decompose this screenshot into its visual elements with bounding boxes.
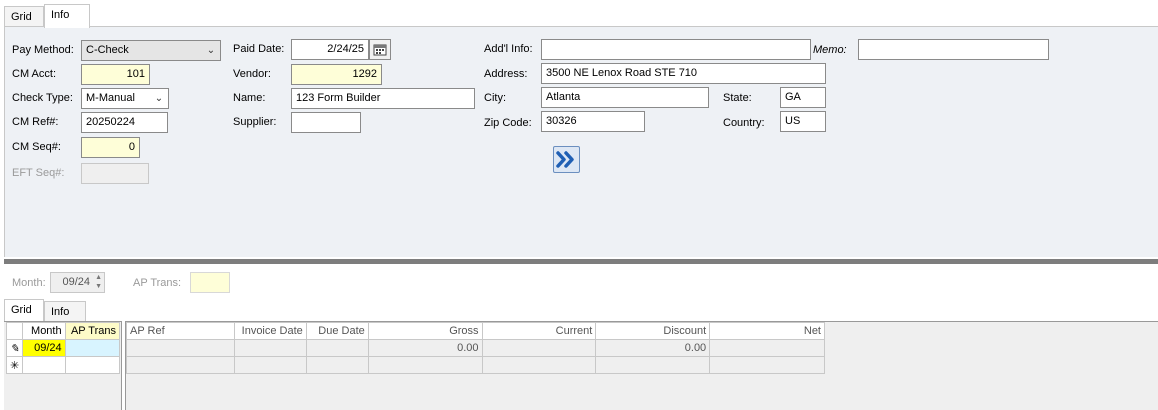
pay-method-label: Pay Method: [12, 44, 74, 56]
cm-ref-label: CM Ref#: [12, 116, 59, 128]
spinner-arrows-icon: ▲ ▼ [95, 274, 102, 290]
paid-date-label: Paid Date: [233, 43, 285, 55]
month-label: Month: [12, 277, 46, 289]
table-cell[interactable] [709, 356, 825, 374]
asterisk-icon: ✳ [5, 356, 24, 374]
table-cell[interactable] [305, 339, 369, 357]
vendor-label: Vendor: [233, 68, 271, 80]
cm-ref-field[interactable]: 20250224 [81, 112, 168, 133]
table-cell[interactable]: 0.00 [595, 339, 711, 357]
city-label: City: [484, 92, 506, 104]
chevron-down-icon: ⌄ [154, 93, 164, 104]
table-cell[interactable] [481, 339, 597, 357]
addl-info-label: Add'l Info: [484, 43, 533, 55]
check-type-label: Check Type: [12, 92, 73, 104]
name-field[interactable]: 123 Form Builder [291, 88, 475, 109]
column-header[interactable]: Net [709, 322, 825, 340]
table-cell[interactable] [595, 356, 711, 374]
right-grid-header: AP Ref Invoice Date Due Date Gross Curre… [126, 322, 825, 340]
lower-tab-info[interactable]: Info [44, 301, 86, 321]
memo-field[interactable] [858, 39, 1049, 60]
table-cell[interactable] [126, 356, 235, 374]
table-cell[interactable] [367, 356, 483, 374]
country-label: Country: [723, 117, 765, 129]
lower-tab-grid[interactable]: Grid [4, 299, 44, 321]
double-chevron-right-icon [556, 151, 574, 168]
advance-button[interactable] [553, 146, 580, 173]
table-cell[interactable] [64, 356, 121, 374]
paid-date-field[interactable]: 2/24/25 [291, 39, 369, 60]
ap-trans-label: AP Trans: [133, 277, 182, 289]
column-header[interactable]: AP Ref [126, 322, 235, 340]
zip-code-label: Zip Code: [484, 117, 532, 129]
vendor-field[interactable]: 1292 [291, 64, 382, 85]
month-value: 09/24 [62, 276, 90, 288]
state-field[interactable]: GA [780, 87, 826, 108]
left-grid: Month AP Trans ✎ 09/24 ✳ [5, 322, 121, 374]
column-header[interactable]: Discount [595, 322, 711, 340]
table-cell[interactable] [481, 356, 597, 374]
table-cell[interactable] [233, 356, 307, 374]
table-row[interactable] [126, 356, 825, 374]
table-cell[interactable]: 0.00 [367, 339, 483, 357]
addl-info-field[interactable] [541, 39, 811, 60]
column-header[interactable]: Due Date [305, 322, 369, 340]
calendar-icon [373, 44, 387, 56]
zip-code-field[interactable]: 30326 [541, 111, 645, 132]
column-header[interactable]: Invoice Date [233, 322, 307, 340]
table-cell[interactable] [126, 339, 235, 357]
state-label: State: [723, 92, 752, 104]
tab-info[interactable]: Info [44, 4, 90, 28]
tab-grid[interactable]: Grid [4, 6, 44, 28]
month-spinner: 09/24 ▲ ▼ [50, 272, 105, 293]
column-header[interactable]: Current [481, 322, 597, 340]
pay-method-value: C-Check [86, 44, 129, 56]
cm-seq-field[interactable]: 0 [81, 137, 140, 158]
city-field[interactable]: Atlanta [541, 87, 709, 108]
table-cell[interactable] [305, 356, 369, 374]
table-cell[interactable] [709, 339, 825, 357]
memo-label: Memo: [813, 44, 847, 56]
supplier-label: Supplier: [233, 116, 277, 128]
left-grid-header: Month AP Trans [5, 322, 121, 340]
check-type-select[interactable]: M-Manual ⌄ [81, 88, 169, 109]
country-field[interactable]: US [780, 111, 826, 132]
row-indicator-header [5, 322, 24, 340]
table-row[interactable]: ✎ 09/24 [5, 339, 121, 357]
column-header[interactable]: AP Trans [64, 322, 121, 340]
pay-method-select[interactable]: C-Check ⌄ [81, 40, 221, 61]
cm-acct-label: CM Acct: [12, 68, 57, 80]
column-header[interactable]: Gross [367, 322, 483, 340]
chevron-down-icon: ⌄ [206, 45, 216, 56]
ap-trans-field [190, 272, 230, 293]
supplier-field[interactable] [291, 112, 361, 133]
calendar-button[interactable] [369, 39, 391, 60]
pencil-icon: ✎ [5, 339, 24, 357]
table-row[interactable]: 0.00 0.00 [126, 339, 825, 357]
cm-seq-label: CM Seq#: [12, 141, 61, 153]
table-cell[interactable] [233, 339, 307, 357]
eft-seq-label: EFT Seq#: [12, 167, 65, 179]
check-type-value: M-Manual [86, 92, 135, 104]
cm-acct-field[interactable]: 101 [81, 64, 150, 85]
right-grid: AP Ref Invoice Date Due Date Gross Curre… [126, 322, 825, 374]
table-cell[interactable] [22, 356, 66, 374]
table-row[interactable]: ✳ [5, 356, 121, 374]
table-cell[interactable]: 09/24 [22, 339, 66, 357]
eft-seq-field [81, 163, 149, 184]
info-panel: Pay Method: C-Check ⌄ CM Acct: 101 Check… [4, 26, 1158, 257]
table-cell[interactable] [64, 339, 121, 357]
address-label: Address: [484, 68, 528, 80]
address-field[interactable]: 3500 NE Lenox Road STE 710 [541, 63, 826, 84]
name-label: Name: [233, 92, 266, 104]
column-header[interactable]: Month [22, 322, 66, 340]
